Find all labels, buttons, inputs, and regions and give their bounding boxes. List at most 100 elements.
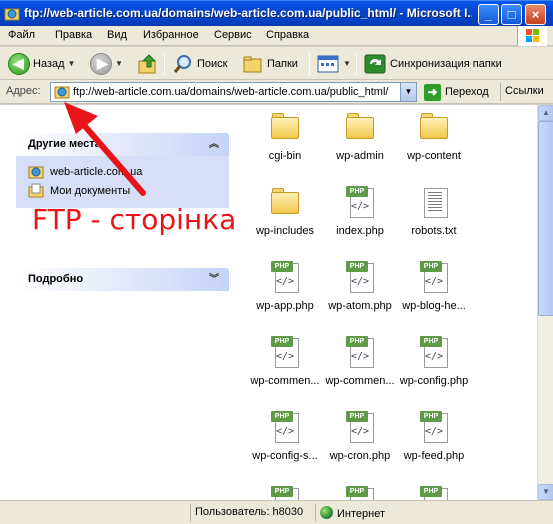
code-glyph: </>: [425, 276, 444, 287]
php-file-icon: PHP </>: [344, 336, 376, 370]
back-label: Назад: [33, 57, 65, 70]
address-value: ftp://web-article.com.ua/domains/web-art…: [73, 86, 389, 98]
address-dropdown-icon[interactable]: ▼: [400, 83, 416, 101]
menu-tools[interactable]: Сервис: [214, 29, 252, 41]
close-button[interactable]: ×: [525, 4, 546, 25]
other-places-body: web-article.com.ua Мои документы: [16, 156, 229, 208]
up-folder-button[interactable]: [137, 51, 159, 76]
my-documents-icon: [28, 183, 44, 197]
search-label: Поиск: [197, 57, 228, 70]
place-label: Мои документы: [50, 184, 131, 197]
file-label: wp-feed.php: [403, 450, 465, 462]
file-item[interactable]: PHP </> wp-config.php: [389, 336, 479, 387]
folders-label: Папки: [267, 57, 298, 70]
maximize-button[interactable]: □: [501, 4, 522, 25]
address-label: Адрес:: [6, 85, 41, 97]
menu-favorites[interactable]: Избранное: [143, 29, 199, 41]
links-button[interactable]: Ссылки: [505, 85, 544, 97]
views-button[interactable]: ▼: [316, 51, 351, 76]
folder-icon: [418, 111, 450, 145]
scroll-up-icon[interactable]: ▲: [538, 105, 553, 121]
folder-icon: [269, 111, 301, 145]
forward-button[interactable]: ▶ ▼: [90, 51, 123, 76]
back-dropdown-icon[interactable]: ▼: [68, 59, 76, 68]
details-title: Подробно: [28, 273, 84, 285]
other-places-header[interactable]: Другие места ︽: [16, 133, 229, 156]
code-glyph: </>: [351, 426, 370, 437]
status-bar: Пользователь: h8030 Интернет: [0, 500, 553, 524]
file-label: wp-blog-he...: [402, 300, 466, 312]
details-header[interactable]: Подробно ︾: [16, 268, 229, 291]
php-tag: PHP: [346, 261, 368, 272]
file-label: wp-config.php: [399, 375, 469, 387]
code-glyph: </>: [351, 201, 370, 212]
code-glyph: </>: [276, 426, 295, 437]
other-places-panel: Другие места ︽ web-article.com.ua Мои до…: [16, 133, 229, 208]
php-tag: PHP: [346, 486, 368, 497]
go-label: Переход: [445, 86, 489, 98]
folders-button[interactable]: Папки: [242, 51, 298, 76]
php-file-icon: PHP </>: [344, 186, 376, 220]
views-icon: [317, 55, 339, 72]
php-tag: PHP: [420, 486, 442, 497]
go-arrow-icon: ➜: [424, 83, 441, 101]
toolbar-separator: [356, 53, 357, 75]
task-pane: Другие места ︽ web-article.com.ua Мои до…: [0, 105, 240, 500]
php-tag: PHP: [271, 336, 293, 347]
address-input[interactable]: ftp://web-article.com.ua/domains/web-art…: [50, 82, 417, 102]
php-tag: PHP: [271, 486, 293, 497]
php-file-icon: PHP </>: [344, 411, 376, 445]
window-title: ftp://web-article.com.ua/domains/web-art…: [24, 6, 472, 20]
ftp-folder-icon: [28, 166, 44, 178]
php-tag: PHP: [420, 411, 442, 422]
collapse-chevron-icon[interactable]: ︽: [207, 138, 221, 152]
details-panel: Подробно ︾: [16, 268, 229, 291]
vertical-scrollbar[interactable]: ▲ ▼: [537, 105, 553, 500]
scroll-down-icon[interactable]: ▼: [538, 484, 553, 500]
php-tag: PHP: [420, 261, 442, 272]
place-my-documents[interactable]: Мои документы: [28, 181, 229, 200]
file-item[interactable]: PHP </> wp-feed.php: [389, 411, 479, 462]
code-glyph: </>: [425, 426, 444, 437]
expand-chevron-icon[interactable]: ︾: [207, 273, 221, 287]
minimize-button[interactable]: _: [478, 4, 499, 25]
file-item[interactable]: PHP </> wp-blog-he...: [389, 261, 479, 312]
scroll-thumb[interactable]: [538, 121, 553, 316]
toolbar-separator: [500, 83, 501, 101]
php-file-icon: PHP </>: [269, 261, 301, 295]
place-web-article[interactable]: web-article.com.ua: [28, 162, 229, 181]
folder-icon: [269, 186, 301, 220]
search-button[interactable]: Поиск: [172, 51, 227, 76]
code-glyph: </>: [351, 276, 370, 287]
menu-view[interactable]: Вид: [107, 29, 127, 41]
file-label: wp-content: [407, 150, 461, 162]
windows-logo-icon: [517, 26, 547, 46]
code-glyph: </>: [276, 351, 295, 362]
php-tag: PHP: [420, 336, 442, 347]
sync-icon: [364, 54, 386, 73]
php-tag: PHP: [271, 411, 293, 422]
code-glyph: </>: [425, 351, 444, 362]
forward-dropdown-icon[interactable]: ▼: [115, 59, 123, 68]
views-dropdown-icon[interactable]: ▼: [343, 59, 351, 68]
menu-help[interactable]: Справка: [266, 29, 309, 41]
ftp-folder-icon: [54, 86, 70, 99]
php-file-icon: PHP </>: [269, 336, 301, 370]
folder-icon: [344, 111, 376, 145]
php-file-icon: PHP </>: [418, 336, 450, 370]
address-bar: Адрес: ftp://web-article.com.ua/domains/…: [0, 80, 553, 104]
sync-button[interactable]: Синхронизация папки: [363, 51, 502, 76]
menu-file[interactable]: Файл: [8, 29, 35, 41]
go-button[interactable]: ➜ Переход: [424, 82, 489, 102]
folder-item[interactable]: wp-content: [389, 111, 479, 162]
toolbar: ◀ Назад ▼ ▶ ▼ Поиск Папки ▼ Синхронизаци…: [0, 47, 553, 80]
ftp-folder-icon: [4, 8, 20, 21]
file-item[interactable]: robots.txt: [389, 186, 479, 237]
code-glyph: </>: [351, 351, 370, 362]
search-icon: [173, 54, 191, 73]
back-arrow-icon: ◀: [8, 52, 30, 75]
folders-icon: [243, 56, 262, 72]
menu-edit[interactable]: Правка: [55, 29, 92, 41]
annotation-label: FTP - сторінка: [32, 203, 237, 236]
back-button[interactable]: ◀ Назад ▼: [8, 51, 75, 76]
